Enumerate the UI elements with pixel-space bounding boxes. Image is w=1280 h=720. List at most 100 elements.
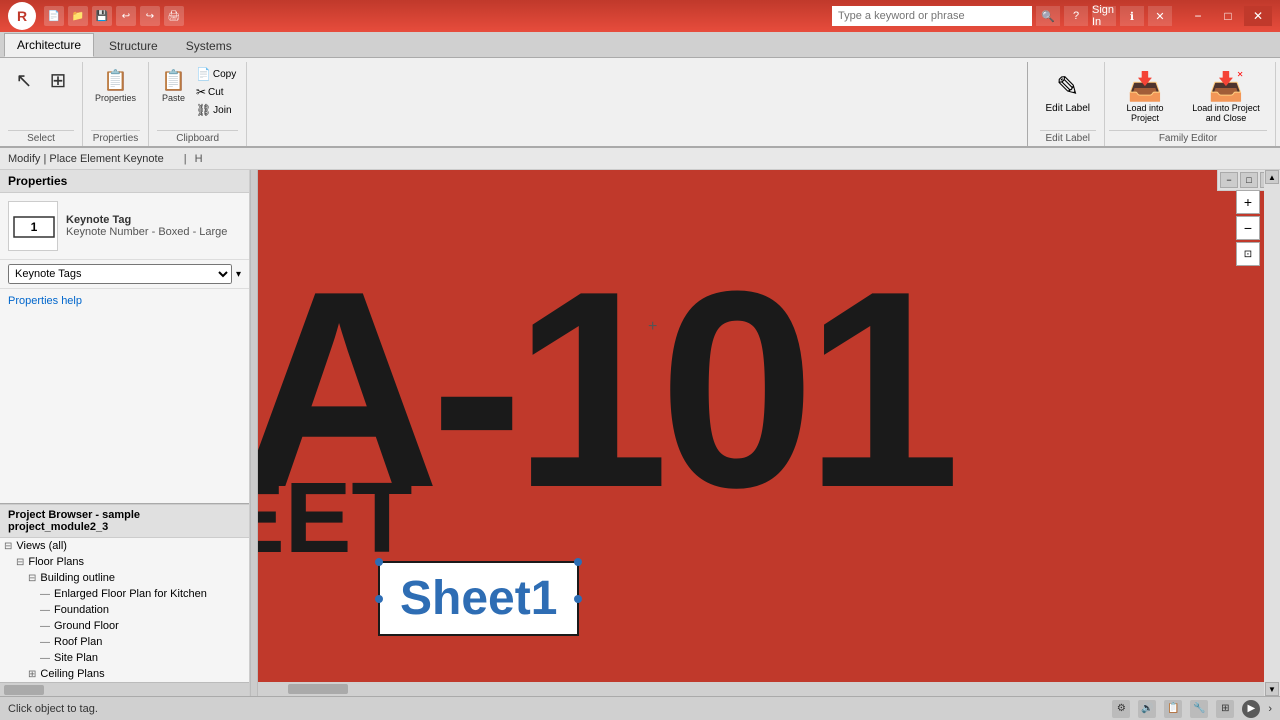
print-icon[interactable]: 🖨	[164, 6, 184, 26]
selection-handle-ml[interactable]	[375, 595, 383, 603]
select-cursor-icon: ↖	[16, 68, 33, 93]
tree-item-site-plan[interactable]: — Site Plan	[0, 650, 249, 666]
join-icon: ⛓	[196, 103, 211, 117]
tab-systems[interactable]: Systems	[173, 34, 245, 57]
ribbon-tabs: Architecture Structure Systems	[0, 32, 1280, 58]
tree-item-views[interactable]: ⊟ Views (all)	[0, 538, 249, 554]
left-panel-scrollbar[interactable]	[0, 682, 249, 696]
close-overlay-icon: ✕	[1237, 70, 1244, 79]
tree-item-foundation[interactable]: — Foundation	[0, 602, 249, 618]
status-audio-icon[interactable]: 🔊	[1138, 700, 1156, 718]
prop-filter-select[interactable]: Keynote Tags	[8, 264, 232, 284]
undo-icon[interactable]: ↩	[116, 6, 136, 26]
paste-icon: 📋	[161, 68, 186, 93]
edit-label-button[interactable]: ✎ Edit Label	[1040, 66, 1096, 118]
zoom-controls: + − ⊡	[1236, 190, 1260, 266]
title-bar: R 📄 📁 💾 ↩ ↪ 🖨 🔍 ? Sign In ℹ ✕ − □ ✕	[0, 0, 1280, 32]
ribbon-group-load: 📥 Load into Project 📥 ✕ Load into Projec…	[1105, 62, 1276, 146]
inner-minimize-button[interactable]: −	[1220, 172, 1238, 188]
tree-item-floor-plans[interactable]: ⊟ Floor Plans	[0, 554, 249, 570]
leaf-foundation-icon: —	[40, 605, 50, 616]
h-scroll-thumb[interactable]	[288, 684, 348, 694]
tree-item-enlarged-floor[interactable]: — Enlarged Floor Plan for Kitchen	[0, 586, 249, 602]
roof-plan-label: Roof Plan	[54, 636, 102, 648]
copy-icon: 📄	[196, 67, 211, 81]
status-message: Click object to tag.	[8, 703, 98, 715]
info-icon[interactable]: ℹ	[1120, 6, 1144, 26]
window-controls: − □ ✕	[1184, 6, 1272, 26]
minimize-button[interactable]: −	[1184, 6, 1212, 26]
right-scrollbar[interactable]: ▲ ▼	[1264, 170, 1280, 696]
tree-item-ceiling-plans[interactable]: ⊞ Ceiling Plans	[0, 666, 249, 682]
cut-button[interactable]: ✂ Cut	[194, 84, 238, 100]
close-app-icon[interactable]: ✕	[1148, 6, 1172, 26]
horizontal-scrollbar[interactable]	[258, 682, 1264, 696]
open-icon[interactable]: 📁	[68, 6, 88, 26]
tree-item-roof-plan[interactable]: — Roof Plan	[0, 634, 249, 650]
status-tools-icon[interactable]: 🔧	[1190, 700, 1208, 718]
paste-button[interactable]: 📋 Paste	[157, 66, 190, 105]
help-icon[interactable]: ?	[1064, 6, 1088, 26]
panel-resize-handle[interactable]	[250, 170, 258, 696]
search-input[interactable]	[832, 6, 1032, 26]
status-play-button[interactable]: ▶	[1242, 700, 1260, 718]
copy-button[interactable]: 📄 Copy	[194, 66, 238, 82]
selection-handle-tr[interactable]	[574, 558, 582, 566]
leaf-ground-icon: —	[40, 621, 50, 632]
selection-handle-mr[interactable]	[574, 595, 582, 603]
tab-structure[interactable]: Structure	[96, 34, 171, 57]
ribbon: ↖ ⊞ Select 📋 Properties Properties 📋 Pas…	[0, 58, 1280, 148]
redo-icon[interactable]: ↪	[140, 6, 160, 26]
close-button[interactable]: ✕	[1244, 6, 1272, 26]
status-grid-icon[interactable]: ⊞	[1216, 700, 1234, 718]
select-group-label: Select	[8, 130, 74, 146]
breadcrumb-h: H	[195, 153, 203, 165]
status-settings-icon[interactable]: ⚙	[1112, 700, 1130, 718]
ribbon-group-clipboard: 📋 Paste 📄 Copy ✂ Cut ⛓ Join Clipboard	[153, 62, 247, 146]
cut-icon: ✂	[196, 85, 206, 99]
zoom-fit-button[interactable]: ⊡	[1236, 242, 1260, 266]
type-subname: Keynote Number - Boxed - Large	[66, 226, 227, 238]
clipboard-small-buttons: 📄 Copy ✂ Cut ⛓ Join	[194, 66, 238, 118]
status-clipboard-icon[interactable]: 📋	[1164, 700, 1182, 718]
selection-handle-tl[interactable]	[375, 558, 383, 566]
load-project-icon: 📥	[1128, 70, 1163, 103]
new-icon[interactable]: 📄	[44, 6, 64, 26]
clipboard-group-label: Clipboard	[157, 130, 238, 146]
type-preview-image: 1	[8, 201, 58, 251]
scroll-up-button[interactable]: ▲	[1265, 170, 1279, 184]
tab-architecture[interactable]: Architecture	[4, 33, 94, 57]
join-button[interactable]: ⛓ Join	[194, 102, 238, 118]
properties-button[interactable]: 📋 Properties	[91, 66, 140, 105]
sign-in-button[interactable]: Sign In	[1092, 6, 1116, 26]
scroll-down-button[interactable]: ▼	[1265, 682, 1279, 696]
sheet-word-text: EET	[258, 461, 412, 576]
load-into-project-close-button[interactable]: 📥 ✕ Load into Project and Close	[1185, 66, 1267, 127]
svg-text:1: 1	[31, 220, 38, 234]
save-icon[interactable]: 💾	[92, 6, 112, 26]
h-scroll-thumb-left[interactable]	[4, 685, 44, 695]
site-plan-label: Site Plan	[54, 652, 98, 664]
sheet1-box[interactable]: Sheet1	[378, 561, 579, 636]
zoom-out-button[interactable]: −	[1236, 216, 1260, 240]
canvas-area[interactable]: − □ ✕ A-101 EET Sheet1 + ▲ ▼ + −	[258, 170, 1280, 696]
load-into-project-button[interactable]: 📥 Load into Project	[1109, 66, 1181, 127]
search-icon[interactable]: 🔍	[1036, 6, 1060, 26]
paste-label: Paste	[162, 93, 185, 103]
inner-maximize-button[interactable]: □	[1240, 172, 1258, 188]
tree-item-building-outline[interactable]: ⊟ Building outline	[0, 570, 249, 586]
project-browser: Project Browser - sample project_module2…	[0, 504, 249, 682]
properties-header: Properties	[0, 170, 249, 193]
properties-help-link[interactable]: Properties help	[8, 295, 82, 307]
sheet1-text: Sheet1	[400, 572, 557, 625]
maximize-button[interactable]: □	[1214, 6, 1242, 26]
edit-label-text: Edit Label	[1046, 103, 1090, 114]
ground-floor-label: Ground Floor	[54, 620, 119, 632]
modify-button[interactable]: ⊞	[42, 66, 74, 95]
select-button[interactable]: ↖	[8, 66, 40, 95]
status-arrow[interactable]: ›	[1268, 703, 1272, 715]
zoom-in-button[interactable]: +	[1236, 190, 1260, 214]
leaf-site-icon: —	[40, 653, 50, 664]
tree-item-ground-floor[interactable]: — Ground Floor	[0, 618, 249, 634]
copy-label: Copy	[213, 69, 236, 80]
